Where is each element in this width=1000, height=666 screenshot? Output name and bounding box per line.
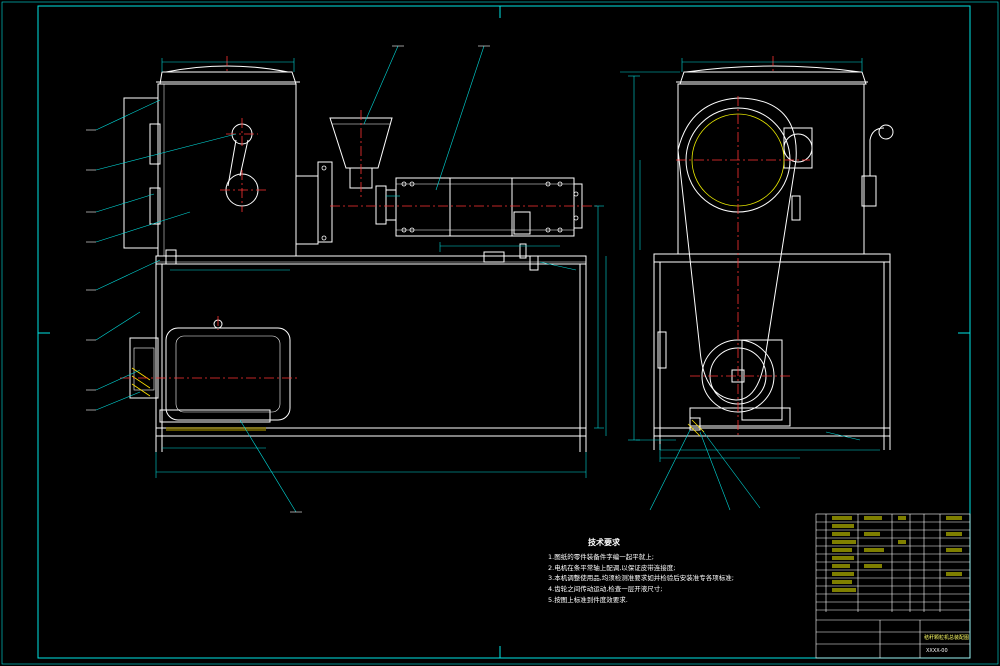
technical-requirements-title: 技术要求 [588, 538, 620, 547]
side-view-dimensions [628, 58, 880, 511]
part-balloons [86, 45, 490, 513]
side-view-centerlines [676, 56, 810, 436]
requirement-item: 5.按图上标准到件度效要求. [548, 595, 628, 604]
requirement-item: 1.图纸的零件装备件字编一起平就上; [548, 552, 654, 561]
front-view-dimensions [95, 45, 680, 513]
front-view-hatching [131, 367, 266, 431]
requirement-item: 2.电机在条平常轴上配调,以保证皮带连接度; [548, 563, 676, 572]
side-view [653, 65, 894, 450]
assembly-drawing [1, 1, 999, 665]
requirement-item: 4.齿轮之间传动运动,检查一层开液尺寸; [548, 585, 663, 594]
technical-requirements: 技术要求 1.图纸的零件装备件字编一起平就上; 2.电机在条平常轴上配调,以保证… [548, 538, 818, 606]
front-view-centerlines [120, 56, 600, 379]
drawing-name: 秸秆颗粒机总装配图 [924, 635, 970, 641]
requirement-item: 3.本机调整使用品,均须检测准要求如并检验后安装准专各项标准; [548, 574, 734, 583]
drawing-code: XXXX-00 [926, 648, 948, 654]
front-view [123, 65, 587, 452]
